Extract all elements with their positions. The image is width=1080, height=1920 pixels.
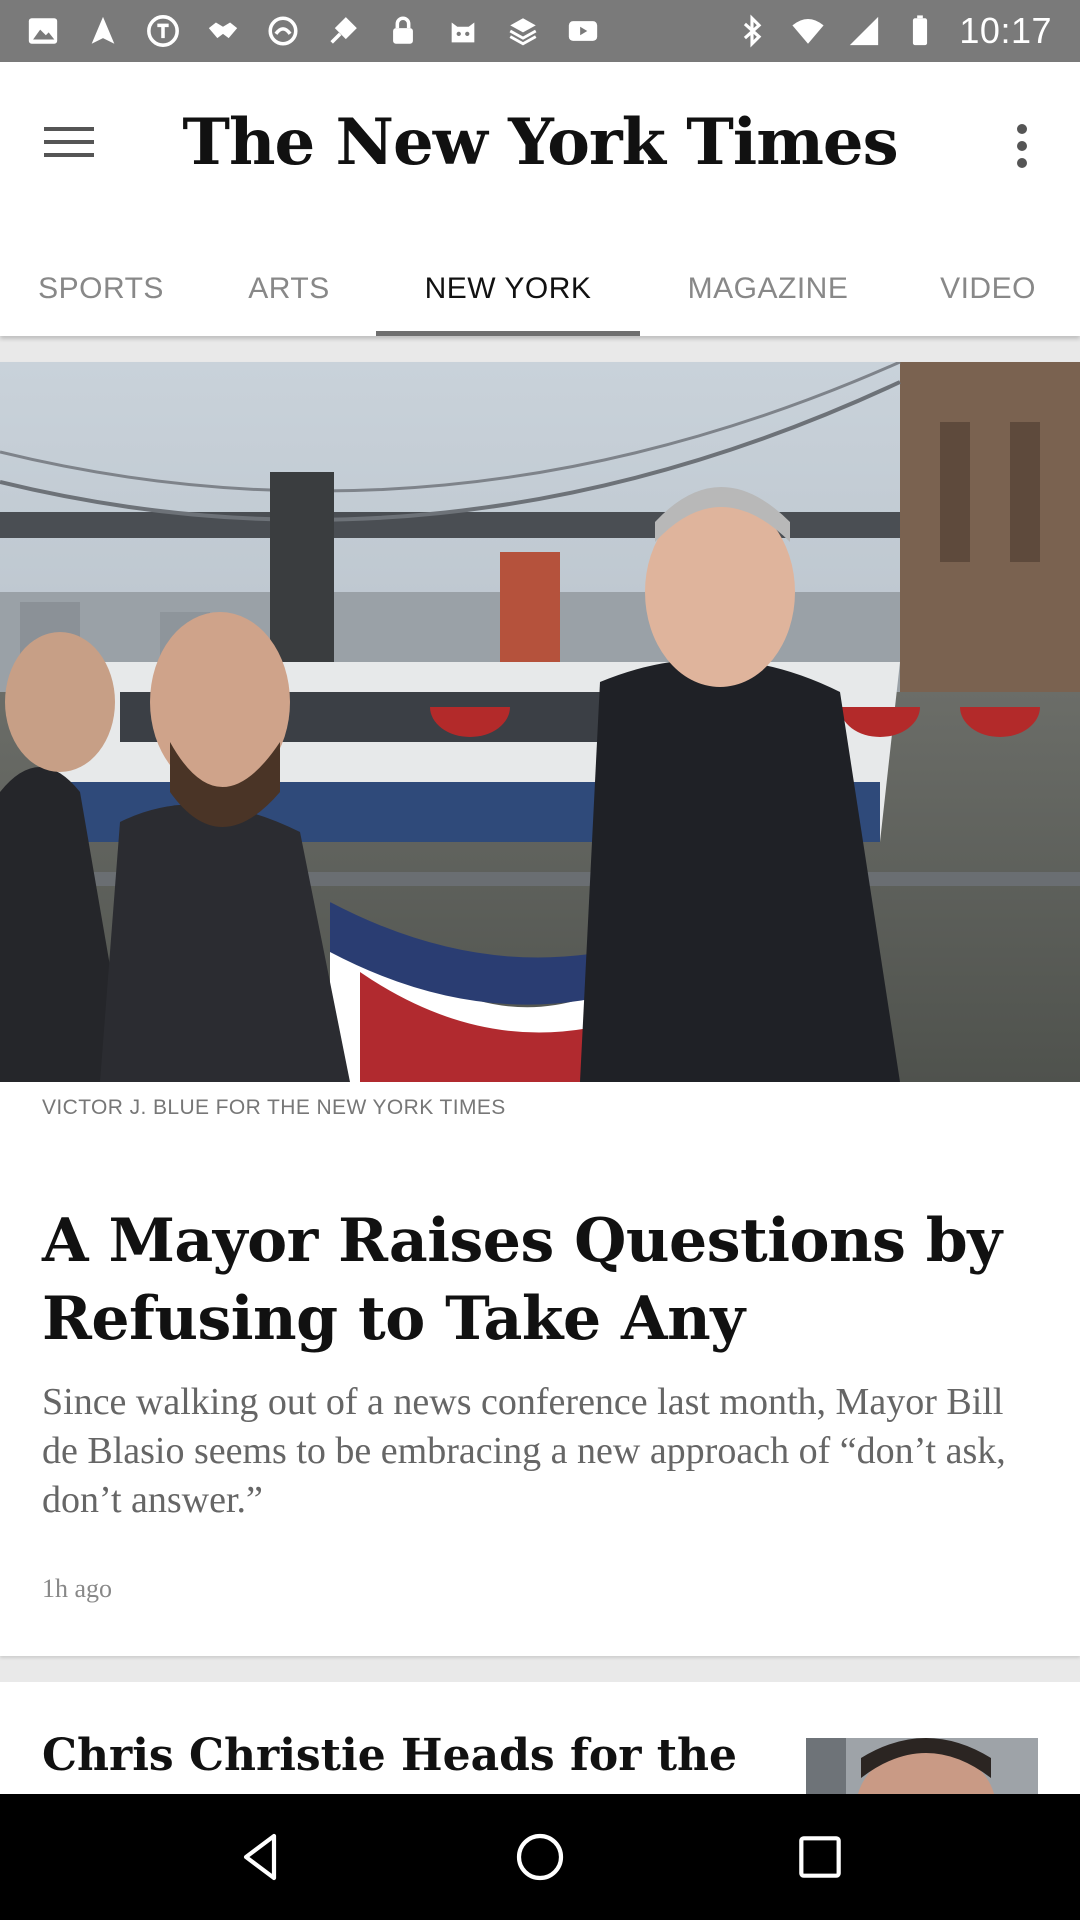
tab-arts[interactable]: ARTS	[202, 242, 376, 336]
tab-video[interactable]: VIDEO	[896, 242, 1080, 336]
recents-square-icon	[799, 1836, 841, 1878]
photo-illustration	[0, 362, 1080, 1082]
recents-button[interactable]	[785, 1822, 855, 1892]
section-tabs: SPORTS ARTS NEW YORK MAGAZINE VIDEO	[0, 242, 1080, 336]
tab-new-york[interactable]: NEW YORK	[376, 242, 640, 336]
satellite-icon	[326, 14, 360, 48]
bluetooth-icon	[735, 14, 769, 48]
status-bar: 10:17	[0, 0, 1080, 62]
home-button[interactable]	[505, 1822, 575, 1892]
more-vert-icon	[1017, 124, 1027, 134]
status-left-icons	[26, 14, 600, 48]
home-circle-icon	[516, 1833, 564, 1881]
masthead-logo: The New York Times	[182, 104, 898, 180]
hamburger-line	[44, 140, 94, 144]
back-triangle-icon	[243, 1833, 277, 1881]
handshake-icon	[206, 14, 240, 48]
article-headline[interactable]: A Mayor Raises Questions by Refusing to …	[42, 1202, 1042, 1358]
next-article-card[interactable]: Chris Christie Heads for the	[0, 1682, 1080, 1794]
system-nav-bar	[0, 1794, 1080, 1920]
status-time: 10:17	[959, 10, 1052, 51]
navigation-icon	[86, 14, 120, 48]
wifi-icon	[791, 14, 825, 48]
next-article-thumbnail[interactable]	[806, 1738, 1038, 1794]
hamburger-line	[44, 153, 94, 157]
article-summary: Since walking out of a news conference l…	[42, 1381, 1006, 1521]
menu-button[interactable]	[44, 118, 104, 170]
youtube-icon	[566, 14, 600, 48]
status-right-icons: 10:17	[735, 10, 1052, 52]
back-button[interactable]	[225, 1822, 295, 1892]
hamburger-icon	[44, 127, 94, 131]
battery-icon	[903, 14, 937, 48]
more-dot	[1017, 141, 1027, 151]
cloud-icon	[266, 14, 300, 48]
tab-magazine[interactable]: MAGAZINE	[640, 242, 896, 336]
article-card[interactable]: VICTOR J. BLUE FOR THE NEW YORK TIMES A …	[0, 362, 1080, 1656]
thumbnail-illustration	[806, 1738, 1038, 1794]
overflow-menu-button[interactable]	[1002, 116, 1042, 176]
photo-credit: VICTOR J. BLUE FOR THE NEW YORK TIMES	[42, 1096, 506, 1119]
cat-icon	[446, 14, 480, 48]
article-photo[interactable]	[0, 362, 1080, 1082]
lock-icon	[386, 14, 420, 48]
tab-sports[interactable]: SPORTS	[0, 242, 202, 336]
music-icon	[146, 14, 180, 48]
next-article-headline[interactable]: Chris Christie Heads for the	[42, 1730, 737, 1781]
article-timestamp: 1h ago	[42, 1574, 113, 1603]
more-dot	[1017, 158, 1027, 168]
checklist-icon	[506, 14, 540, 48]
app-header: The New York Times SPORTS ARTS NEW YORK …	[0, 62, 1080, 336]
signal-icon	[847, 14, 881, 48]
image-icon	[26, 14, 60, 48]
